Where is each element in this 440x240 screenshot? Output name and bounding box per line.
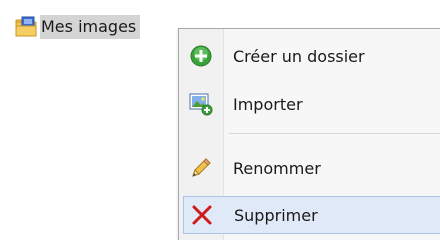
screen: Mes images Créer un dossier Importer Ren… (0, 0, 440, 240)
menu-item-label: Supprimer (234, 205, 318, 225)
menu-item-rename[interactable]: Renommer (183, 149, 440, 187)
menu-item-label: Importer (233, 94, 303, 114)
menu-item-label: Créer un dossier (233, 46, 365, 66)
add-folder-icon (189, 44, 213, 68)
delete-x-icon (190, 203, 214, 227)
menu-item-label: Renommer (233, 158, 321, 178)
menu-item-import[interactable]: Importer (183, 85, 440, 123)
folder-images-icon (14, 15, 38, 39)
menu-separator (229, 133, 440, 134)
context-menu: Créer un dossier Importer Renommer Suppr… (178, 28, 440, 240)
pencil-icon (189, 156, 213, 180)
tree-node-mes-images[interactable]: Mes images (14, 14, 141, 40)
menu-item-delete[interactable]: Supprimer (183, 196, 440, 234)
tree-node-label[interactable]: Mes images (40, 15, 141, 39)
import-image-icon (189, 92, 213, 116)
menu-item-create-folder[interactable]: Créer un dossier (183, 37, 440, 75)
